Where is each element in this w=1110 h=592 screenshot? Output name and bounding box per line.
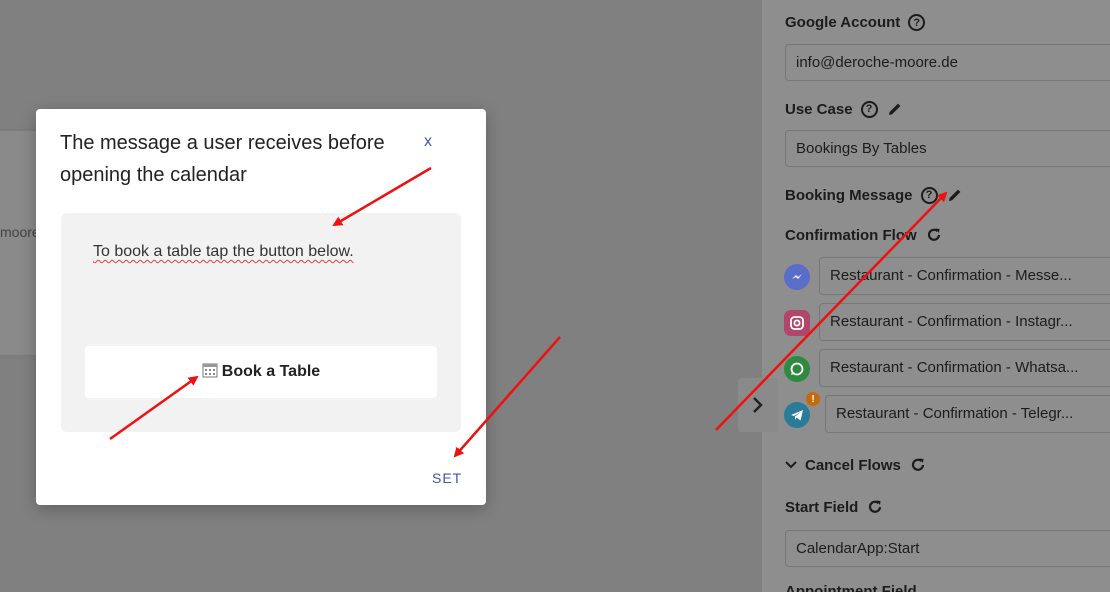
help-icon[interactable]: ? xyxy=(860,100,878,118)
set-button[interactable]: SET xyxy=(432,470,462,486)
flow-row-telegram: ! Restaurant - Confirmation - Telegr... xyxy=(784,392,1110,433)
appointment-field-label-text: Appointment Field xyxy=(785,583,917,592)
flow-select-telegram[interactable]: Restaurant - Confirmation - Telegr... xyxy=(825,395,1110,433)
close-button[interactable]: x xyxy=(424,133,432,151)
calendar-icon xyxy=(202,362,218,383)
messenger-icon xyxy=(784,264,810,290)
start-field-label: Start Field xyxy=(785,498,884,516)
book-a-table-label: Book a Table xyxy=(221,363,321,380)
warning-badge: ! xyxy=(806,392,820,406)
google-account-label: Google Account ? xyxy=(785,14,926,31)
flow-row-instagram: Restaurant - Confirmation - Instagr... xyxy=(784,303,1110,341)
flow-row-messenger: Restaurant - Confirmation - Messe... xyxy=(784,257,1110,295)
booking-message-label: Booking Message ? xyxy=(785,186,964,204)
help-icon[interactable]: ? xyxy=(908,14,926,31)
book-a-table-button[interactable]: Book a Table xyxy=(85,346,437,398)
refresh-icon[interactable] xyxy=(866,498,884,516)
background-card-text: moore.de xyxy=(0,224,40,240)
use-case-label-text: Use Case xyxy=(785,100,853,118)
whatsapp-icon xyxy=(784,356,810,382)
confirmation-flow-label-text: Confirmation Flow xyxy=(785,226,917,244)
settings-panel: Google Account ? info@deroche-moore.de U… xyxy=(762,0,1110,592)
collapse-panel-button[interactable] xyxy=(738,378,778,432)
flow-select-messenger[interactable]: Restaurant - Confirmation - Messe... xyxy=(819,257,1110,295)
google-account-label-text: Google Account xyxy=(785,14,901,31)
flow-select-text: Restaurant - Confirmation - Instagr... xyxy=(830,313,1073,330)
instagram-icon xyxy=(784,310,810,336)
chevron-right-icon xyxy=(753,397,763,413)
refresh-icon[interactable] xyxy=(909,456,927,474)
start-field-input[interactable]: CalendarApp:Start xyxy=(785,530,1110,567)
google-account-field[interactable]: info@deroche-moore.de xyxy=(785,44,1110,81)
chevron-down-icon[interactable] xyxy=(785,457,797,474)
pencil-icon[interactable] xyxy=(886,100,904,118)
flow-row-whatsapp: Restaurant - Confirmation - Whatsa... xyxy=(784,349,1110,387)
flow-select-text: Restaurant - Confirmation - Whatsa... xyxy=(830,359,1079,376)
use-case-field[interactable]: Bookings By Tables xyxy=(785,130,1110,167)
dialog-title: The message a user receives before openi… xyxy=(60,132,385,186)
cancel-flows-label[interactable]: Cancel Flows xyxy=(785,456,927,474)
start-field-label-text: Start Field xyxy=(785,498,859,516)
cancel-flows-label-text: Cancel Flows xyxy=(805,456,901,474)
message-preview: To book a table tap the button below. Bo… xyxy=(61,213,461,432)
use-case-label: Use Case ? xyxy=(785,100,904,118)
flow-select-instagram[interactable]: Restaurant - Confirmation - Instagr... xyxy=(819,303,1110,341)
telegram-icon xyxy=(784,402,810,428)
booking-message-label-text: Booking Message xyxy=(785,186,913,204)
confirmation-flow-label: Confirmation Flow xyxy=(785,226,943,244)
appointment-field-label: Appointment Field xyxy=(785,583,917,592)
refresh-icon[interactable] xyxy=(925,226,943,244)
flow-select-whatsapp[interactable]: Restaurant - Confirmation - Whatsa... xyxy=(819,349,1110,387)
pencil-icon[interactable] xyxy=(946,186,964,204)
booking-message-dialog: The message a user receives before openi… xyxy=(36,109,486,505)
flow-select-text: Restaurant - Confirmation - Telegr... xyxy=(836,405,1074,422)
message-text[interactable]: To book a table tap the button below. xyxy=(93,243,354,261)
flow-select-text: Restaurant - Confirmation - Messe... xyxy=(830,267,1072,284)
help-icon[interactable]: ? xyxy=(920,186,938,204)
